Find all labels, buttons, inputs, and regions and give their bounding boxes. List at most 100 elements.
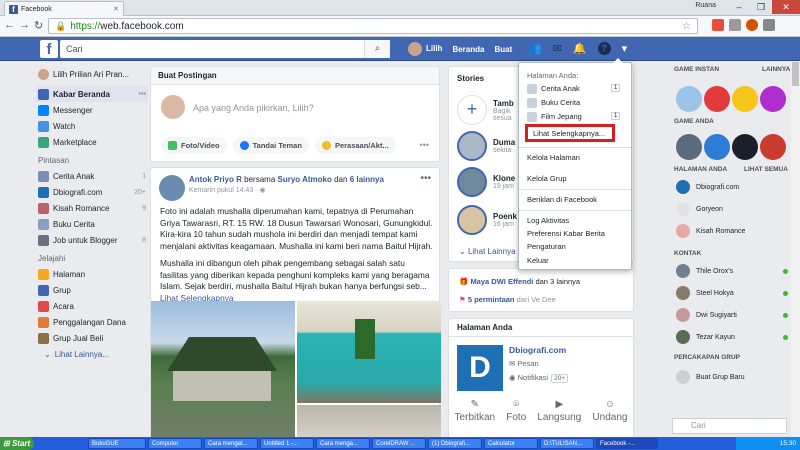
profile-link[interactable]: Lilih bbox=[408, 42, 442, 56]
taskbar-button[interactable]: D:\TULISAN... bbox=[540, 438, 594, 449]
sidebar-item[interactable]: Grup Jual Beli bbox=[36, 330, 148, 346]
search-icon[interactable]: ⌕ bbox=[364, 40, 390, 58]
advertise-item[interactable]: Beriklan di Facebook bbox=[527, 195, 597, 204]
games-more-link[interactable]: LAINNYA bbox=[762, 66, 790, 73]
notifications-icon[interactable]: 🔔 bbox=[573, 42, 587, 55]
taskbar-button[interactable]: Cara mengat... bbox=[204, 438, 258, 449]
sidebar-item[interactable]: Cerita Anak 1 bbox=[36, 168, 148, 184]
home-link[interactable]: Beranda bbox=[452, 45, 484, 54]
manage-pages-item[interactable]: Kelola Halaman bbox=[527, 153, 580, 162]
logout-item[interactable]: Keluar bbox=[527, 256, 549, 265]
game-icon[interactable] bbox=[760, 86, 786, 112]
story-item[interactable]: Poenk 16 jam bbox=[457, 205, 517, 235]
sidebar-item[interactable]: Dbiografi.com 20+ bbox=[36, 184, 148, 200]
bookmark-star-icon[interactable]: ☆ bbox=[682, 21, 691, 32]
game-icon[interactable] bbox=[704, 134, 730, 160]
story-item[interactable]: + Tamb Bagik sesua bbox=[457, 95, 514, 125]
see-all-link[interactable]: LIHAT SEMUA bbox=[744, 166, 788, 173]
sidebar-item[interactable]: Acara bbox=[36, 298, 148, 314]
composer-input[interactable]: Apa yang Anda pikirkan, Lilih? bbox=[193, 103, 314, 113]
search-input[interactable]: Cari ⌕ bbox=[60, 40, 390, 58]
game-icon[interactable] bbox=[732, 134, 758, 160]
tab-close-icon[interactable]: ✕ bbox=[113, 5, 119, 13]
invite-row[interactable]: ⚑ 5 permintaan dari Ve Dee bbox=[459, 295, 556, 304]
story-item[interactable]: Duma sekita bbox=[457, 131, 515, 161]
taskbar-button[interactable]: (1) Dbiografi... bbox=[428, 438, 482, 449]
taskbar-button[interactable]: BukuGUE bbox=[88, 438, 146, 449]
sidebar-item[interactable]: Kabar Beranda ••• bbox=[36, 86, 148, 102]
tag-friends-button[interactable]: Tandai Teman bbox=[232, 137, 309, 154]
post-photo[interactable] bbox=[297, 301, 441, 403]
minimize-button[interactable]: – bbox=[728, 0, 750, 14]
create-link[interactable]: Buat bbox=[494, 45, 512, 54]
contact-row[interactable]: Dwi Sugiyarti bbox=[676, 308, 788, 322]
maximize-button[interactable]: ❐ bbox=[750, 0, 772, 14]
new-group-button[interactable]: Buat Grup Baru bbox=[676, 370, 788, 384]
post-others-link[interactable]: 6 lainnya bbox=[350, 175, 384, 184]
url-input[interactable]: 🔒 https://web.facebook.com ☆ bbox=[48, 18, 698, 34]
post-options-icon[interactable]: ••• bbox=[420, 173, 431, 184]
post-photo[interactable] bbox=[297, 405, 441, 440]
sidebar-item[interactable]: Messenger bbox=[36, 102, 148, 118]
more-options-icon[interactable]: ••• bbox=[420, 140, 429, 150]
game-icon[interactable] bbox=[760, 134, 786, 160]
account-menu-caret-icon[interactable]: ▾ bbox=[622, 42, 628, 55]
page-messages-link[interactable]: ✉ Pesan bbox=[509, 359, 539, 368]
publish-button[interactable]: ✎ Terbitkan bbox=[455, 399, 496, 425]
manage-groups-item[interactable]: Kelola Grup bbox=[527, 174, 567, 183]
sidebar-item[interactable]: Halaman bbox=[36, 266, 148, 282]
browser-tab[interactable]: f Facebook ✕ bbox=[4, 1, 124, 16]
activity-log-item[interactable]: Log Aktivitas bbox=[527, 216, 569, 225]
game-icon[interactable] bbox=[704, 86, 730, 112]
page-scrollbar[interactable] bbox=[791, 62, 800, 437]
sidebar-item[interactable]: Kisah Romance 9 bbox=[36, 200, 148, 216]
sidebar-see-more-link[interactable]: ⌄ Lihat Lainnya... bbox=[36, 346, 148, 362]
start-button[interactable]: ⊞ Start bbox=[0, 437, 34, 450]
post-author-link[interactable]: Antok Priyo R bbox=[189, 175, 242, 184]
extension-icon[interactable] bbox=[729, 19, 741, 31]
extension-icon[interactable] bbox=[712, 19, 724, 31]
taskbar-button[interactable]: Facebook -... bbox=[596, 438, 658, 449]
settings-item[interactable]: Pengaturan bbox=[527, 242, 566, 251]
stories-see-more-link[interactable]: ⌄ Lihat Lainnya bbox=[459, 247, 516, 256]
page-name-link[interactable]: Dbiografi.com bbox=[509, 345, 566, 355]
invite-button[interactable]: ☺ Undang bbox=[592, 399, 627, 425]
taskbar-button[interactable]: CorelDRAW ... bbox=[372, 438, 426, 449]
extension-icon[interactable] bbox=[746, 19, 758, 31]
news-feed-prefs-item[interactable]: Preferensi Kabar Berita bbox=[527, 229, 605, 238]
page-row[interactable]: Dbiografi.com bbox=[676, 180, 788, 194]
game-icon[interactable] bbox=[732, 86, 758, 112]
reload-icon[interactable]: ↻ bbox=[34, 19, 43, 32]
game-icon[interactable] bbox=[676, 134, 702, 160]
page-logo[interactable]: D bbox=[457, 345, 503, 391]
contact-row[interactable]: Thile Orox's bbox=[676, 264, 788, 278]
forward-arrow-icon[interactable]: → bbox=[19, 19, 30, 32]
taskbar-button[interactable]: Computer bbox=[148, 438, 202, 449]
game-icon[interactable] bbox=[676, 86, 702, 112]
page-row[interactable]: Goryeon bbox=[676, 202, 788, 216]
post-photo[interactable] bbox=[151, 301, 295, 440]
dropdown-page-item[interactable]: Film Jepang 1 bbox=[527, 112, 621, 122]
sidebar-item[interactable]: Marketplace bbox=[36, 134, 148, 150]
live-button[interactable]: ▶ Langsung bbox=[537, 399, 581, 425]
sidebar-item[interactable]: Job untuk Blogger 8 bbox=[36, 232, 148, 248]
friend-requests-icon[interactable]: 👥 bbox=[528, 42, 542, 55]
browser-profile-name[interactable]: Ruana bbox=[695, 2, 716, 9]
photo-button[interactable]: ⌾ Foto bbox=[506, 399, 526, 425]
page-notifications-link[interactable]: ◉ Notifikasi 20+ bbox=[509, 373, 569, 383]
sidebar-item[interactable]: Penggalangan Dana bbox=[36, 314, 148, 330]
messenger-icon[interactable]: ✉ bbox=[553, 42, 562, 55]
story-item[interactable]: Klone 19 jam bbox=[457, 167, 515, 197]
back-arrow-icon[interactable]: ← bbox=[4, 19, 15, 32]
contact-row[interactable]: Tezar Kayun bbox=[676, 330, 788, 344]
page-row[interactable]: Kisah Romance bbox=[676, 224, 788, 238]
taskbar-button[interactable]: Cara menga... bbox=[316, 438, 370, 449]
sidebar-item[interactable]: Buku Cerita bbox=[36, 216, 148, 232]
sidebar-item[interactable]: Watch bbox=[36, 118, 148, 134]
more-options-icon[interactable]: ••• bbox=[139, 91, 146, 98]
dropdown-page-item[interactable]: Buku Cerita bbox=[527, 98, 580, 108]
dropdown-page-item[interactable]: Cerita Anak 1 bbox=[527, 84, 621, 94]
contact-row[interactable]: Steel Hokya bbox=[676, 286, 788, 300]
feeling-activity-button[interactable]: Perasaan/Akt... bbox=[314, 137, 396, 154]
help-icon[interactable]: ? bbox=[597, 42, 611, 55]
